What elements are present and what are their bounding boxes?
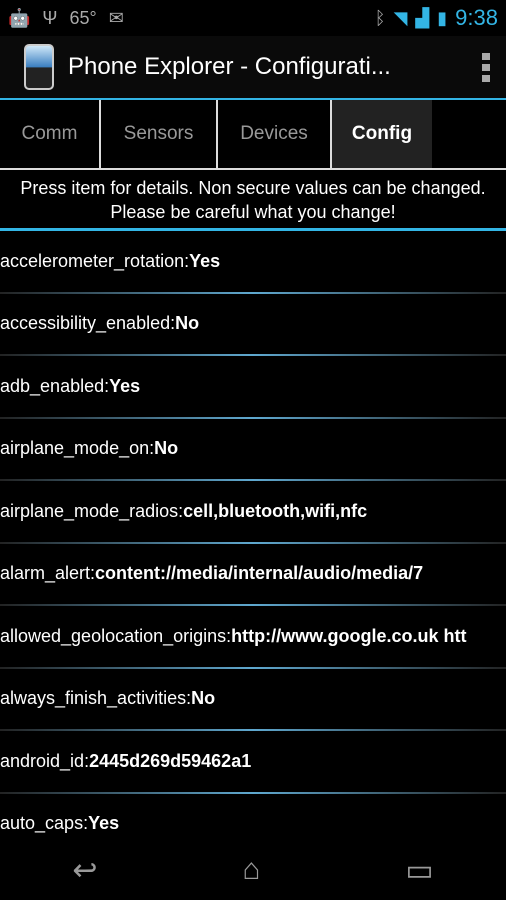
recent-apps-icon[interactable]: ▭ [405,853,433,888]
wifi-icon: ◥ [393,7,408,28]
list-item[interactable]: adb_enabled: Yes [0,356,506,419]
overflow-menu-icon[interactable] [466,52,506,82]
config-list[interactable]: accelerometer_rotation: Yes accessibility… [0,231,506,837]
item-value: cell,bluetooth,wifi,nfc [183,500,368,521]
temperature: 65° [69,7,97,28]
tab-config[interactable]: Config [332,100,432,168]
tab-bar: Comm Sensors Devices Config [0,100,506,170]
item-key: alarm_alert: [0,563,96,584]
item-value: No [175,313,200,334]
item-key: auto_caps: [0,813,89,834]
item-key: always_finish_activities: [0,688,192,709]
item-value: content://media/internal/audio/media/7 [95,563,424,584]
item-key: android_id: [0,750,90,771]
action-bar: Phone Explorer - Configurati... [0,36,506,100]
item-key: airplane_mode_radios: [0,500,184,521]
list-item[interactable]: auto_caps: Yes [0,793,506,837]
back-icon[interactable]: ↩ [72,853,97,888]
app-title: Phone Explorer - Configurati... [68,53,391,80]
tab-sensors[interactable]: Sensors [101,100,218,168]
home-icon[interactable]: ⌂ [242,853,260,887]
list-item[interactable]: android_id: 2445d269d59462a1 [0,731,506,794]
bluetooth-icon: ᛒ [374,7,386,28]
instructions-text: Press item for details. Non secure value… [0,170,506,231]
list-item[interactable]: airplane_mode_radios: cell,bluetooth,wifi… [0,481,506,544]
item-key: adb_enabled: [0,375,110,396]
item-key: accessibility_enabled: [0,313,176,334]
item-value: No [154,438,179,459]
list-item[interactable]: accessibility_enabled: No [0,293,506,356]
usb-icon: Ψ [42,7,58,28]
item-value: 2445d269d59462a1 [89,750,252,771]
list-item[interactable]: allowed_geolocation_origins: http://www.g… [0,606,506,669]
item-value: Yes [109,375,141,396]
status-bar: 🤖 Ψ 65° ✉ ᛒ ◥ ▟ ▮ 9:38 [0,0,506,36]
android-debug-icon: 🤖 [8,7,31,28]
item-value: http://www.google.co.uk htt [231,625,467,646]
list-item[interactable]: airplane_mode_on: No [0,418,506,481]
signal-icon: ▟ [415,7,430,28]
item-key: accelerometer_rotation: [0,250,190,271]
item-key: allowed_geolocation_origins: [0,625,232,646]
item-value: No [191,688,216,709]
battery-icon: ▮ [437,7,448,28]
gmail-icon: ✉ [108,7,124,28]
app-phone-icon[interactable] [24,44,54,90]
item-key: airplane_mode_on: [0,438,155,459]
tab-devices[interactable]: Devices [218,100,332,168]
tab-comm[interactable]: Comm [0,100,101,168]
item-value: Yes [189,250,221,271]
navigation-bar: ↩ ⌂ ▭ [0,840,506,900]
clock: 9:38 [455,5,498,30]
list-item[interactable]: alarm_alert: content://media/internal/aud… [0,543,506,606]
item-value: Yes [88,813,120,834]
list-item[interactable]: accelerometer_rotation: Yes [0,231,506,294]
list-item[interactable]: always_finish_activities: No [0,668,506,731]
